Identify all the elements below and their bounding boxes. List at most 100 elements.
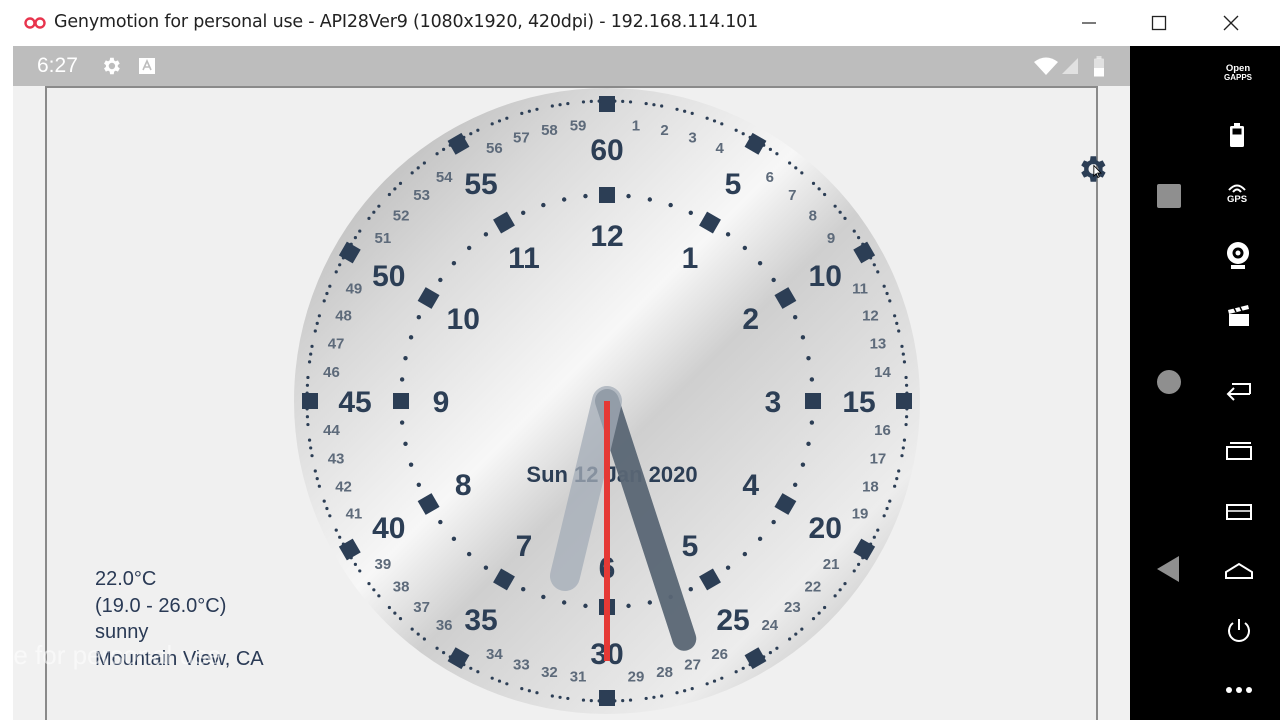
hour-label: 8 [455, 469, 472, 502]
outer-dot [338, 263, 342, 267]
outer-dot [550, 694, 554, 698]
outer-dot [683, 109, 687, 113]
app-notification-icon [139, 58, 155, 74]
major-minute-label: 35 [464, 604, 497, 637]
major-minute-label: 40 [372, 512, 405, 545]
more-options-icon[interactable] [1224, 684, 1254, 696]
minor-minute-label: 13 [870, 335, 887, 352]
outer-dot [775, 646, 779, 650]
inner-dot [466, 245, 472, 251]
outer-dot [901, 446, 905, 450]
outer-dot [393, 187, 397, 191]
minor-minute-label: 16 [874, 422, 891, 439]
outer-dot [741, 666, 745, 670]
outer-dot [888, 299, 892, 303]
outer-dot [885, 506, 889, 511]
minimize-icon [1082, 22, 1096, 24]
home-icon[interactable] [1223, 560, 1255, 582]
opengapps-button[interactable]: Open GAPPS [1212, 64, 1264, 90]
minor-minute-label: 18 [862, 479, 879, 496]
inner-dot [408, 462, 414, 467]
recent-apps-icon[interactable] [1224, 440, 1254, 462]
outer-dot [442, 147, 446, 151]
outer-dot [857, 236, 861, 240]
inner-dot [757, 536, 763, 542]
outer-dot [882, 284, 886, 288]
inner-dot [668, 202, 673, 208]
volume-down-triangle-icon[interactable] [1154, 554, 1182, 584]
clock-settings-gear-icon[interactable] [1075, 152, 1109, 186]
minor-minute-label: 14 [874, 364, 891, 381]
gps-signal-icon[interactable] [1224, 180, 1250, 194]
hour-label: 9 [433, 386, 450, 419]
outer-dot [341, 542, 345, 546]
blank-square-icon[interactable] [1156, 183, 1182, 209]
minor-minute-label: 47 [328, 335, 345, 352]
outer-dot [833, 204, 837, 208]
outer-dot [353, 562, 357, 566]
back-arrow-icon[interactable] [1224, 380, 1254, 402]
outer-dot [901, 352, 905, 356]
minor-minute-label: 44 [323, 422, 340, 439]
outer-dot [823, 605, 827, 610]
genymotion-sidebar [1130, 46, 1280, 720]
outer-dot [490, 676, 494, 680]
clock-date: Sun 12 Jan 2020 [526, 462, 697, 487]
outer-dot [325, 506, 329, 511]
minimize-button[interactable] [1054, 0, 1124, 46]
outer-dot [893, 484, 897, 488]
outer-dot [843, 582, 847, 586]
hour-label: 5 [682, 530, 699, 563]
battery-widget-icon[interactable] [1228, 122, 1246, 148]
outer-dot [497, 679, 502, 683]
outer-dot [469, 132, 473, 136]
outer-dot [309, 446, 313, 450]
window-titlebar: Genymotion for personal use - API28Ver9 … [0, 0, 1280, 46]
outer-dot [558, 695, 562, 699]
inner-dot [541, 202, 546, 208]
minor-minute-label: 9 [827, 230, 835, 247]
outer-dot [520, 111, 524, 115]
minor-minute-label: 6 [766, 169, 774, 186]
outer-dot [410, 171, 414, 175]
inner-dot [483, 565, 489, 570]
record-circle-icon[interactable] [1156, 369, 1182, 395]
screen-capture-clapper-icon[interactable] [1226, 302, 1252, 328]
inner-dot [626, 603, 631, 609]
outer-dot [367, 582, 371, 586]
outer-dot [904, 375, 908, 380]
outer-dot [315, 321, 319, 325]
outer-dot [876, 528, 880, 532]
outer-dot [788, 161, 792, 165]
outer-dot [720, 122, 724, 126]
outer-dot [527, 109, 531, 113]
webcam-icon[interactable] [1224, 240, 1252, 270]
minute-marker-major [896, 393, 912, 409]
clock-app: 6051015202530354045505512346789111213141… [45, 86, 1106, 720]
menu-icon[interactable] [1224, 502, 1254, 522]
outer-dot [811, 617, 816, 621]
outer-dot [422, 161, 426, 165]
outer-dot [683, 689, 687, 693]
minor-minute-label: 7 [788, 187, 796, 204]
minor-minute-label: 32 [541, 664, 558, 681]
outer-dot [652, 103, 656, 107]
personal-use-watermark: free for personal use [13, 640, 222, 670]
outer-dot [325, 291, 329, 296]
outer-dot [305, 415, 310, 419]
outer-dot [416, 166, 420, 170]
close-button[interactable] [1196, 0, 1266, 46]
outer-dot [377, 204, 381, 208]
outer-dot [422, 637, 426, 641]
outer-dot [309, 352, 313, 356]
minor-minute-label: 52 [393, 208, 410, 225]
outer-dot [741, 132, 745, 136]
outer-dot [566, 696, 570, 701]
minor-minute-label: 49 [346, 280, 363, 297]
outer-dot [838, 588, 842, 592]
outer-dot [358, 229, 362, 233]
power-icon[interactable] [1224, 616, 1254, 646]
maximize-button[interactable] [1124, 0, 1194, 46]
inner-dot [583, 603, 588, 609]
device-screen[interactable]: 6:27 60 5 10 15 20 25 35 40 45 50 55 1 2… [13, 46, 1130, 720]
